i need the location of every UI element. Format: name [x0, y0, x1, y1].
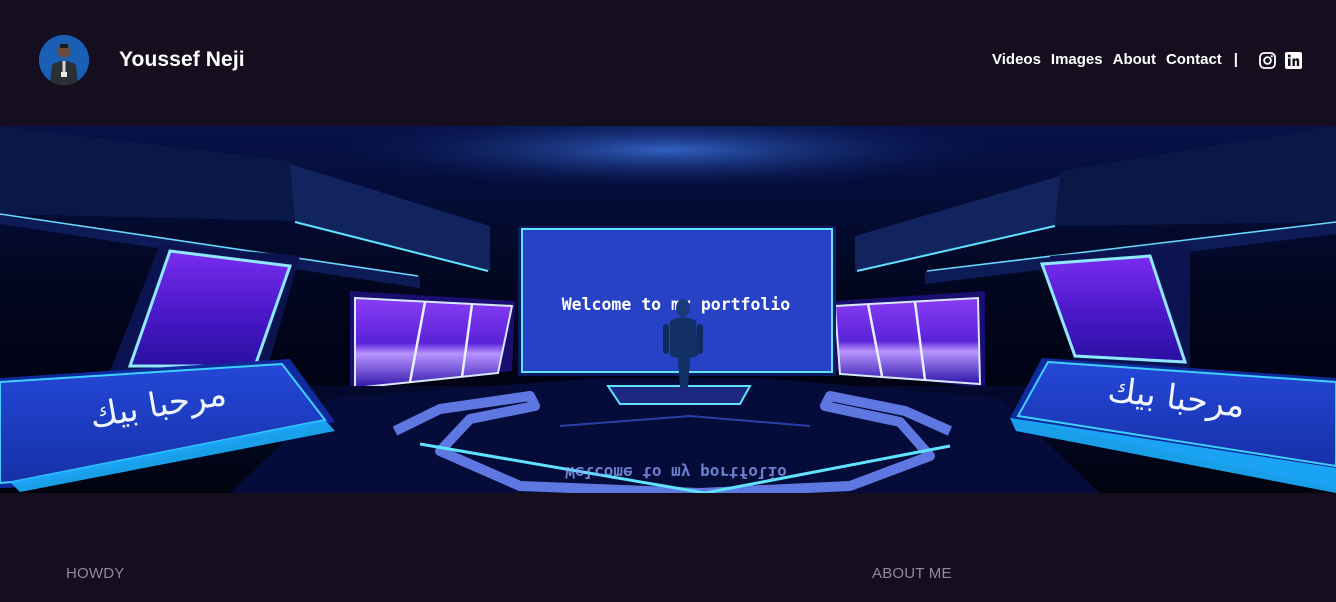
nav-about-link[interactable]: About: [1113, 50, 1156, 70]
instagram-icon[interactable]: [1259, 51, 1276, 69]
nav-contact-link[interactable]: Contact: [1166, 50, 1222, 70]
site-header: Youssef Neji Videos Images About Contact…: [0, 0, 1336, 126]
avatar[interactable]: [39, 35, 89, 85]
linkedin-icon[interactable]: [1285, 51, 1302, 69]
nav-videos-link[interactable]: Videos: [992, 50, 1041, 70]
floor-reflection-text: Welcome to my portfolio: [565, 463, 787, 482]
hero-scene-image: Welcome to my portfolio Welcome to my po…: [0, 126, 1336, 493]
about-me-heading: ABOUT ME: [872, 565, 952, 582]
hero-banner: Welcome to my portfolio Welcome to my po…: [0, 126, 1336, 493]
howdy-heading: HOWDY: [66, 565, 125, 582]
screen-welcome-text: Welcome to my portfolio: [562, 295, 791, 314]
profile-photo-icon: [39, 35, 89, 85]
nav-images-link[interactable]: Images: [1051, 50, 1103, 70]
site-title[interactable]: Youssef Neji: [119, 47, 245, 73]
main-nav: Videos Images About Contact |: [992, 50, 1302, 70]
nav-separator: |: [1233, 51, 1238, 68]
